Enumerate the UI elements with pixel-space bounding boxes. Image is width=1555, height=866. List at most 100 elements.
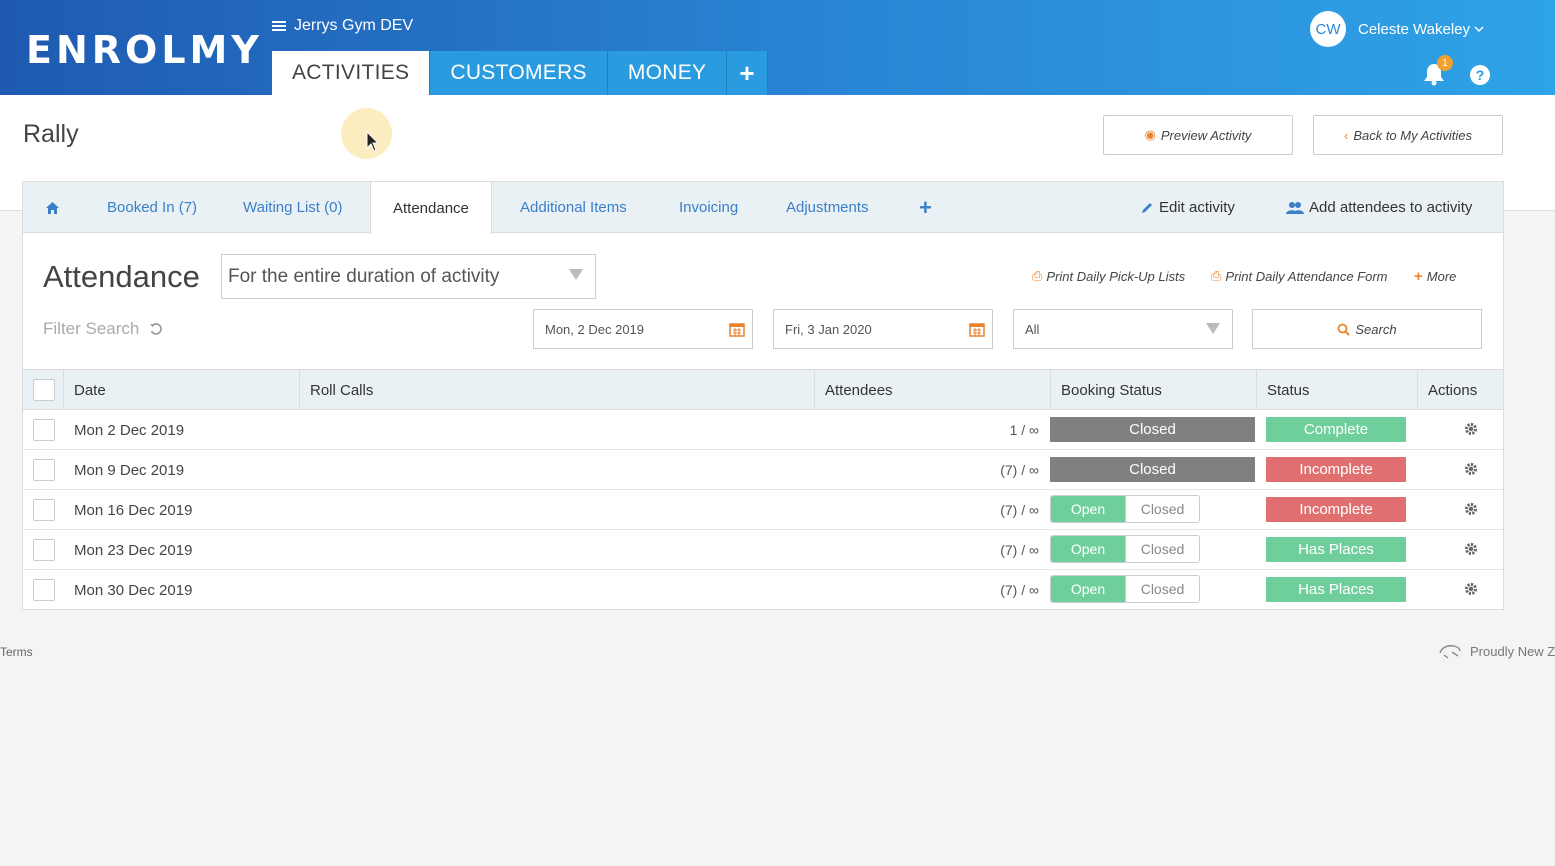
print-pickup-link[interactable]: ⎙ Print Daily Pick-Up Lists <box>1032 268 1185 284</box>
org-switcher[interactable]: Jerrys Gym DEV <box>272 17 413 35</box>
booking-closed-option[interactable]: Closed <box>1125 496 1199 522</box>
booking-closed-badge: Closed <box>1050 457 1255 482</box>
date-to-field[interactable]: Fri, 3 Jan 2020 <box>773 309 993 349</box>
gear-icon[interactable] <box>1464 462 1478 476</box>
print-attendance-form-link[interactable]: ⎙ Print Daily Attendance Form <box>1211 268 1388 284</box>
row-checkbox[interactable] <box>33 579 55 601</box>
calendar-icon[interactable] <box>729 321 745 337</box>
table-row: Mon 9 Dec 2019 (7) / ∞ Closed Incomplete <box>23 450 1503 490</box>
chevron-left-icon: ‹ <box>1343 127 1349 143</box>
menu-icon[interactable] <box>272 19 286 33</box>
gear-icon[interactable] <box>1464 582 1478 596</box>
add-attendees-link[interactable]: Add attendees to activity <box>1286 182 1472 233</box>
preview-activity-label: Preview Activity <box>1160 127 1252 143</box>
row-date[interactable]: Mon 30 Dec 2019 <box>74 570 192 610</box>
gear-icon[interactable] <box>1464 502 1478 516</box>
nav-tab-activities[interactable]: ACTIVITIES <box>272 51 431 95</box>
user-menu[interactable]: CW Celeste Wakeley <box>1310 11 1484 47</box>
tab-adjustments[interactable]: Adjustments <box>786 182 869 233</box>
booking-closed-option[interactable]: Closed <box>1125 576 1199 602</box>
dropdown-caret-icon <box>569 269 583 280</box>
nav-tab-money[interactable]: MONEY <box>607 51 728 95</box>
status-filter-value: All <box>1025 321 1040 337</box>
preview-activity-button[interactable]: ◉ Preview Activity <box>1103 115 1293 155</box>
printer-icon: ⎙ <box>1211 268 1222 283</box>
nav-add-button[interactable]: + <box>727 51 768 95</box>
booking-toggle[interactable]: Open Closed <box>1050 495 1200 523</box>
chevron-down-icon <box>1474 25 1484 32</box>
row-checkbox[interactable] <box>33 499 55 521</box>
status-badge: Incomplete <box>1266 457 1406 482</box>
row-attendees: (7) / ∞ <box>1000 582 1039 598</box>
booking-open-option[interactable]: Open <box>1051 496 1125 522</box>
row-date[interactable]: Mon 16 Dec 2019 <box>74 490 192 530</box>
home-icon <box>46 201 59 214</box>
table-row: Mon 2 Dec 2019 1 / ∞ Closed Complete <box>23 410 1503 450</box>
select-all-checkbox[interactable] <box>33 379 55 401</box>
tab-invoicing[interactable]: Invoicing <box>679 182 738 233</box>
date-from-field[interactable]: Mon, 2 Dec 2019 <box>533 309 753 349</box>
table-row: Mon 16 Dec 2019 (7) / ∞ Open Closed Inco… <box>23 490 1503 530</box>
enrolmy-logo[interactable]: ENROLMY <box>26 28 263 72</box>
header-date[interactable]: Date <box>63 370 106 410</box>
header-status[interactable]: Status <box>1256 370 1310 410</box>
row-attendees: (7) / ∞ <box>1000 502 1039 518</box>
tab-additional-items[interactable]: Additional Items <box>520 182 627 233</box>
edit-activity-link[interactable]: Edit activity <box>1141 182 1235 233</box>
date-to-value: Fri, 3 Jan 2020 <box>785 321 872 337</box>
tab-attendance[interactable]: Attendance <box>370 182 492 234</box>
status-badge: Complete <box>1266 417 1406 442</box>
more-label: More <box>1426 269 1457 284</box>
row-checkbox[interactable] <box>33 539 55 561</box>
tab-add-button[interactable]: + <box>919 182 932 233</box>
tab-home[interactable] <box>45 182 60 233</box>
search-label: Search <box>1355 321 1397 337</box>
user-name: Celeste Wakeley <box>1358 20 1470 38</box>
booking-closed-option[interactable]: Closed <box>1125 536 1199 562</box>
org-name: Jerrys Gym DEV <box>294 17 414 34</box>
booking-toggle[interactable]: Open Closed <box>1050 575 1200 603</box>
reset-icon[interactable] <box>149 322 163 336</box>
attendance-heading: Attendance <box>43 259 200 294</box>
more-link[interactable]: + More <box>1414 268 1456 285</box>
printer-icon: ⎙ <box>1032 268 1043 283</box>
booking-toggle[interactable]: Open Closed <box>1050 535 1200 563</box>
row-date[interactable]: Mon 23 Dec 2019 <box>74 530 192 570</box>
nav-tab-customers[interactable]: CUSTOMERS <box>430 51 608 95</box>
row-checkbox[interactable] <box>33 419 55 441</box>
activity-panel: Booked In (7) Waiting List (0) Attendanc… <box>22 181 1504 610</box>
status-badge: Has Places <box>1266 537 1406 562</box>
filter-search: Filter Search <box>43 319 163 339</box>
page-title: Rally <box>23 120 79 148</box>
gear-icon[interactable] <box>1464 422 1478 436</box>
header-roll-calls[interactable]: Roll Calls <box>299 370 373 410</box>
status-badge: Incomplete <box>1266 497 1406 522</box>
search-button[interactable]: Search <box>1252 309 1482 349</box>
header-attendees[interactable]: Attendees <box>814 370 893 410</box>
row-attendees: 1 / ∞ <box>1009 422 1039 438</box>
row-date[interactable]: Mon 2 Dec 2019 <box>74 410 184 450</box>
booking-open-option[interactable]: Open <box>1051 576 1125 602</box>
help-icon[interactable]: ? <box>1470 65 1490 85</box>
row-checkbox[interactable] <box>33 459 55 481</box>
status-filter-select[interactable]: All <box>1013 309 1233 349</box>
notification-badge: 1 <box>1437 55 1453 71</box>
table-row: Mon 30 Dec 2019 (7) / ∞ Open Closed Has … <box>23 570 1503 610</box>
duration-select[interactable]: For the entire duration of activity <box>221 254 596 299</box>
duration-value: For the entire duration of activity <box>228 265 500 287</box>
nz-map-icon <box>1439 645 1461 659</box>
gear-icon[interactable] <box>1464 542 1478 556</box>
calendar-icon[interactable] <box>969 321 985 337</box>
back-label: Back to My Activities <box>1353 127 1473 143</box>
back-to-activities-button[interactable]: ‹ Back to My Activities <box>1313 115 1503 155</box>
terms-link[interactable]: Terms <box>0 645 33 659</box>
booking-open-option[interactable]: Open <box>1051 536 1125 562</box>
row-date[interactable]: Mon 9 Dec 2019 <box>74 450 184 490</box>
tab-booked-in[interactable]: Booked In (7) <box>107 182 197 233</box>
row-attendees: (7) / ∞ <box>1000 462 1039 478</box>
footer-nz-text: Proudly New Ze <box>1470 643 1555 659</box>
mouse-cursor-icon <box>366 131 380 152</box>
tab-waiting-list[interactable]: Waiting List (0) <box>243 182 342 233</box>
header-booking-status[interactable]: Booking Status <box>1050 370 1162 410</box>
search-icon <box>1337 323 1351 336</box>
